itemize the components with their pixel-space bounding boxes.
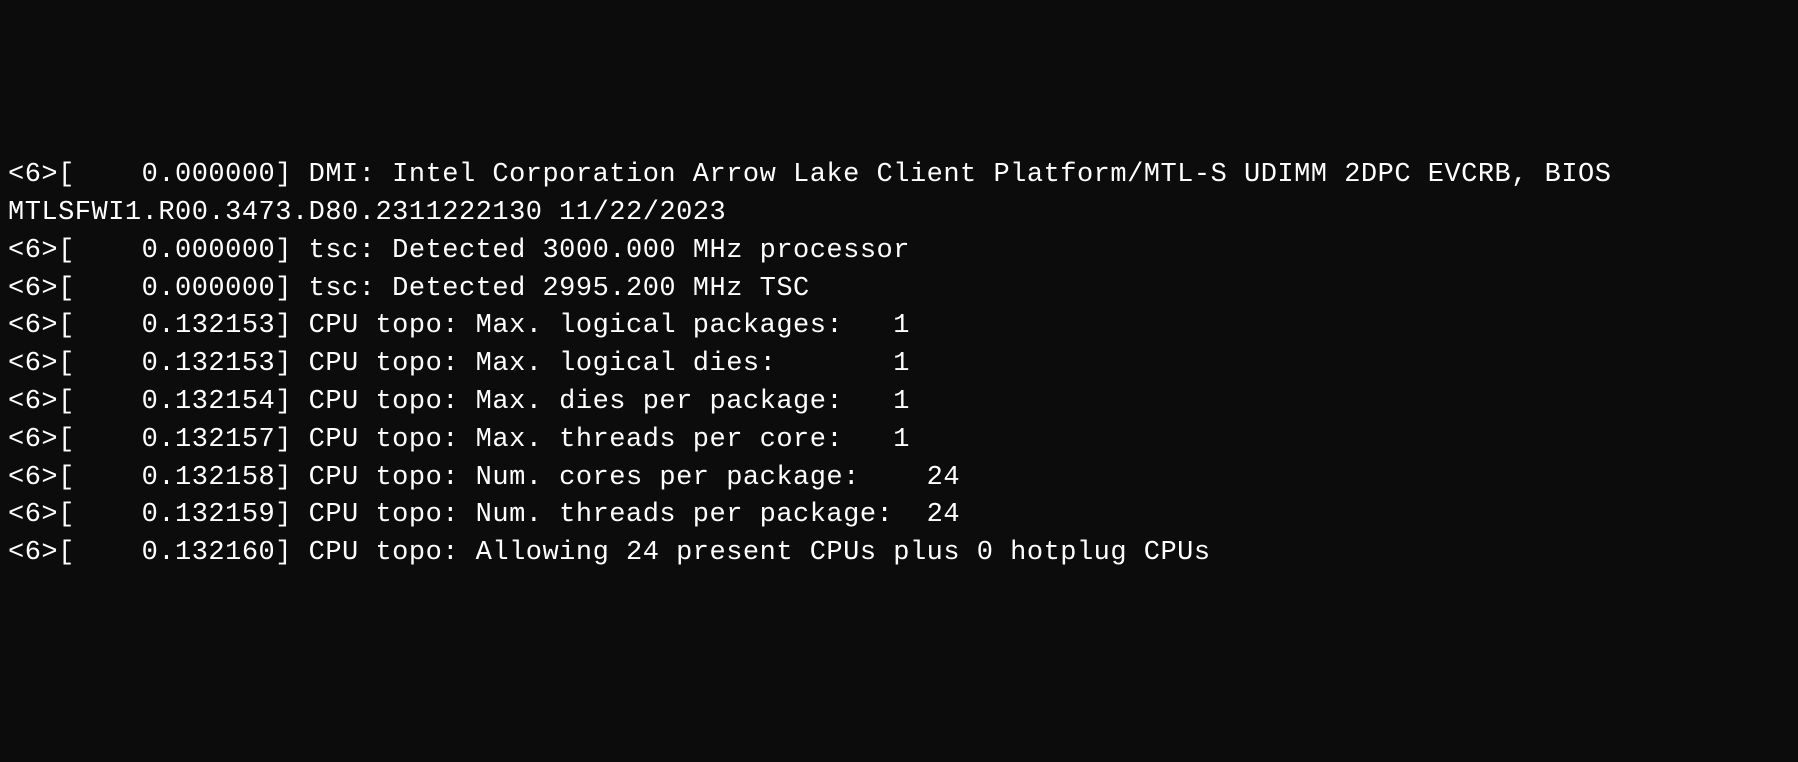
log-line: <6>[ 0.000000] tsc: Detected 2995.200 MH… — [8, 274, 810, 304]
log-line: <6>[ 0.132158] CPU topo: Num. cores per … — [8, 463, 960, 493]
log-line: <6>[ 0.132160] CPU topo: Allowing 24 pre… — [8, 538, 1211, 568]
log-line: <6>[ 0.132153] CPU topo: Max. logical pa… — [8, 311, 910, 341]
log-line: <6>[ 0.132153] CPU topo: Max. logical di… — [8, 349, 910, 379]
log-line: <6>[ 0.132157] CPU topo: Max. threads pe… — [8, 425, 910, 455]
log-line: <6>[ 0.000000] DMI: Intel Corporation Ar… — [8, 160, 1628, 228]
log-line: <6>[ 0.000000] tsc: Detected 3000.000 MH… — [8, 236, 910, 266]
log-line: <6>[ 0.132154] CPU topo: Max. dies per p… — [8, 387, 910, 417]
log-line: <6>[ 0.132159] CPU topo: Num. threads pe… — [8, 500, 960, 530]
dmesg-output: <6>[ 0.000000] DMI: Intel Corporation Ar… — [8, 157, 1790, 573]
